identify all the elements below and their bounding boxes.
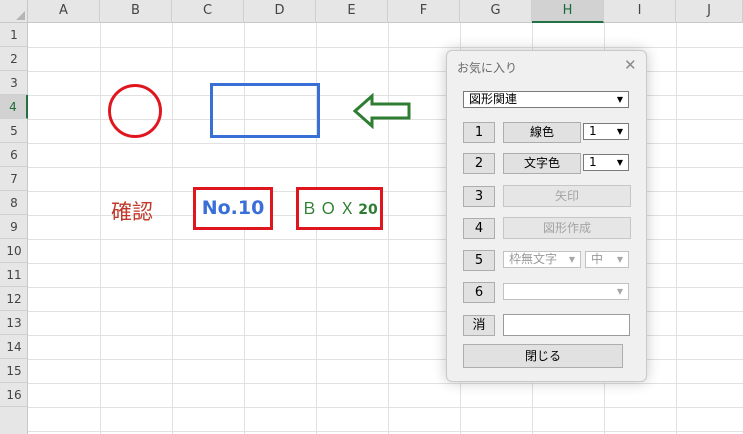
shortcut-6-button[interactable]: 6 [463, 282, 495, 303]
column-header[interactable]: C [172, 0, 244, 23]
line-color-button[interactable]: 線色 [503, 122, 581, 143]
column-header[interactable]: J [676, 0, 743, 23]
grid-line [28, 47, 743, 48]
shortcut-6-select[interactable]: ▼ [503, 283, 629, 300]
row-header[interactable]: 5 [0, 119, 28, 143]
clear-button[interactable]: 消 [463, 315, 495, 336]
grid-line [28, 407, 743, 408]
row-header[interactable]: 11 [0, 263, 28, 287]
chevron-down-icon: ▼ [616, 127, 624, 136]
category-select-value: 図形関連 [469, 92, 518, 106]
row-header[interactable]: 15 [0, 359, 28, 383]
column-header[interactable]: F [388, 0, 460, 23]
row-header-selected[interactable]: 4 [0, 95, 28, 119]
create-shape-button[interactable]: 図形作成 [503, 217, 631, 239]
no10-textbox-shape[interactable]: No.10 [193, 187, 273, 230]
grid-line [676, 23, 677, 434]
row-header[interactable]: 10 [0, 239, 28, 263]
column-header[interactable]: G [460, 0, 532, 23]
row-header[interactable]: 8 [0, 191, 28, 215]
column-header-row: A B C D E F G H I J [28, 0, 743, 23]
select-all-corner[interactable] [0, 0, 28, 23]
row-header[interactable]: 14 [0, 335, 28, 359]
size-value: 中 [591, 252, 604, 266]
text-color-value: 1 [589, 155, 597, 169]
shortcut-4-button[interactable]: 4 [463, 218, 495, 239]
close-button[interactable]: 閉じる [463, 344, 623, 368]
kakunin-text-shape[interactable]: 確認 [111, 196, 153, 226]
dialog-title: お気に入り [457, 61, 518, 75]
text-color-button[interactable]: 文字色 [503, 153, 581, 174]
chevron-down-icon: ▼ [568, 255, 576, 264]
grid-line [28, 383, 743, 384]
shortcut-1-button[interactable]: 1 [463, 122, 495, 143]
shortcut-2-button[interactable]: 2 [463, 153, 495, 174]
grid-line [100, 23, 101, 434]
grid-line [28, 431, 743, 432]
column-header[interactable]: A [28, 0, 100, 23]
row-header[interactable]: 16 [0, 383, 28, 407]
row-header-column: 1 2 3 4 5 6 7 8 9 10 11 12 13 14 15 16 [0, 23, 28, 434]
line-color-select[interactable]: 1 ▼ [583, 123, 629, 140]
row-header[interactable]: 2 [0, 47, 28, 71]
circle-shape[interactable] [108, 84, 162, 138]
box-label: ＢＯＸ [301, 199, 359, 218]
borderless-text-select[interactable]: 枠無文字 ▼ [503, 251, 581, 268]
favorites-dialog: お気に入り ✕ 図形関連 ▼ 1 線色 1 ▼ 2 文字色 1 ▼ 3 矢印 4… [446, 50, 647, 382]
text-color-select[interactable]: 1 ▼ [583, 154, 629, 171]
size-select[interactable]: 中 ▼ [585, 251, 629, 268]
grid-line [172, 23, 173, 434]
box-number: 20 [358, 202, 378, 218]
column-header[interactable]: D [244, 0, 316, 23]
row-header[interactable]: 3 [0, 71, 28, 95]
row-header[interactable]: 7 [0, 167, 28, 191]
shortcut-3-button[interactable]: 3 [463, 186, 495, 207]
row-header[interactable]: 6 [0, 143, 28, 167]
shortcut-5-button[interactable]: 5 [463, 250, 495, 271]
row-header[interactable]: 9 [0, 215, 28, 239]
column-header[interactable]: E [316, 0, 388, 23]
row-header[interactable]: 12 [0, 287, 28, 311]
close-icon[interactable]: ✕ [624, 56, 637, 74]
chevron-down-icon: ▼ [616, 255, 624, 264]
borderless-text-value: 枠無文字 [509, 252, 558, 266]
column-header[interactable]: B [100, 0, 172, 23]
row-header[interactable]: 1 [0, 23, 28, 47]
box20-textbox-shape[interactable]: ＢＯＸ20 [296, 187, 383, 230]
chevron-down-icon: ▼ [616, 95, 624, 104]
left-arrow-shape[interactable] [352, 93, 412, 129]
chevron-down-icon: ▼ [616, 287, 624, 296]
line-color-value: 1 [589, 124, 597, 138]
arrow-button[interactable]: 矢印 [503, 185, 631, 207]
row-header[interactable]: 13 [0, 311, 28, 335]
chevron-down-icon: ▼ [616, 158, 624, 167]
rectangle-shape[interactable] [210, 83, 320, 138]
grid-line [388, 23, 389, 434]
column-header-selected[interactable]: H [532, 0, 604, 23]
column-header[interactable]: I [604, 0, 676, 23]
category-select[interactable]: 図形関連 ▼ [463, 91, 629, 108]
clear-input[interactable] [503, 314, 630, 336]
